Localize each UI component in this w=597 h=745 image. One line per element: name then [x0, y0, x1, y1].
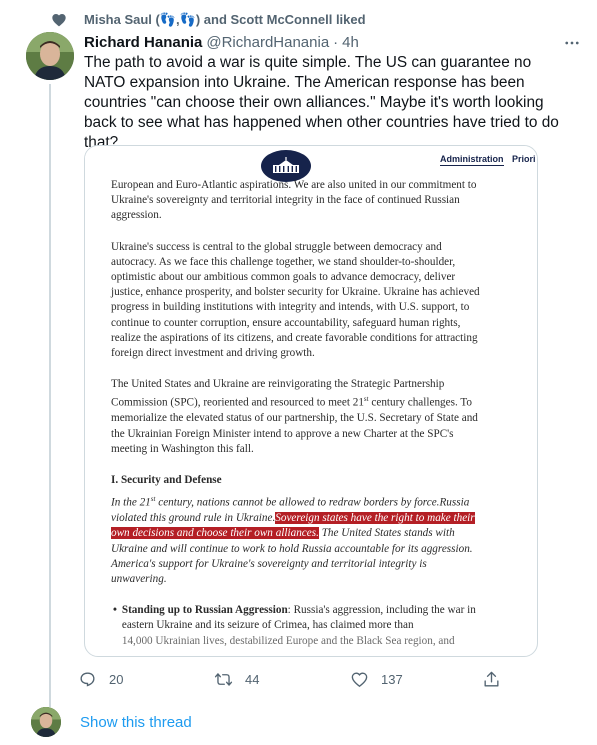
thread-line [49, 84, 51, 707]
document-body: European and Euro-Atlantic aspirations. … [111, 178, 481, 649]
heart-icon [52, 14, 66, 27]
bullet-icon: • [113, 604, 117, 617]
section-heading: I. Security and Defense [111, 473, 222, 486]
like-count: 137 [381, 672, 403, 687]
nav-priorities: Priori [512, 154, 536, 164]
document-paragraph: European and Euro-Atlantic aspirations. … [111, 179, 477, 222]
bullet-title: Standing up to Russian Aggression [121, 604, 288, 617]
share-button[interactable] [482, 670, 513, 689]
tweet-text: The path to avoid a war is quite simple.… [84, 54, 559, 151]
tweet-actions: 20 44 137 [78, 670, 518, 694]
nav-administration: Administration [440, 154, 504, 166]
document-paragraph: Ukraine's success is central to the glob… [111, 240, 480, 360]
reply-count: 20 [109, 672, 124, 687]
share-icon [484, 671, 499, 687]
retweet-icon [214, 673, 233, 686]
document-header: Administration Priori [85, 146, 537, 182]
author-name[interactable]: Richard Hanania [84, 34, 202, 51]
document-paragraph: The United States and Ukraine are reinvi… [111, 377, 481, 457]
tweet-header: Richard Hanania @RichardHanania · 4h [84, 32, 577, 52]
document-paragraph: In the 21st century, nations cannot be a… [111, 492, 481, 587]
more-icon[interactable] [563, 34, 581, 52]
thread-avatar[interactable] [31, 707, 61, 737]
show-thread-link[interactable]: Show this thread [80, 714, 192, 731]
timestamp[interactable]: 4h [342, 34, 359, 51]
like-icon [351, 672, 368, 688]
document-text: In the 21 [111, 496, 151, 509]
retweet-count: 44 [245, 672, 260, 687]
retweet-button[interactable]: 44 [214, 670, 259, 689]
reply-button[interactable]: 20 [78, 670, 123, 689]
document-text: 14,000 Ukrainian lives, destabilized Eur… [121, 634, 455, 647]
avatar[interactable] [26, 32, 74, 80]
tweet-image[interactable]: Administration Priori European and Euro-… [84, 145, 538, 657]
author-handle[interactable]: @RichardHanania [206, 34, 329, 51]
bullet-item: • Standing up to Russian Aggression: Rus… [113, 603, 481, 649]
bullet-text: Standing up to Russian Aggression: Russi… [122, 603, 481, 649]
social-context[interactable]: Misha Saul (👣,👣) and Scott McConnell lik… [84, 12, 366, 28]
reply-icon [80, 672, 95, 687]
separator: · [333, 33, 339, 51]
like-button[interactable]: 137 [350, 670, 403, 689]
